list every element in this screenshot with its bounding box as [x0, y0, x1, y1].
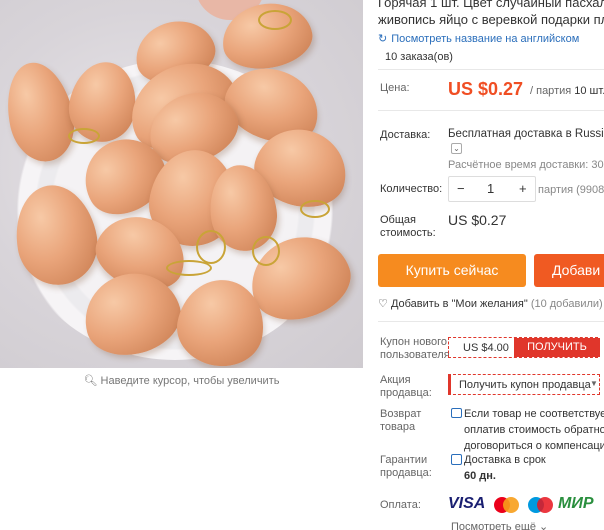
divider [378, 110, 604, 111]
returns-label: Возврат товара [380, 408, 421, 434]
title-line-1: Горячая 1 шт. Цвет случайный пасхаль [378, 0, 604, 10]
returns-label-line-1: Возврат [380, 408, 422, 420]
seller-promo-label: Акция продавца: [380, 374, 432, 400]
delivery-estimate: Расчётное время доставки: 30-5 [448, 159, 604, 171]
decrease-button[interactable]: − [457, 181, 465, 196]
new-user-coupon-label: Купон нового пользователя [380, 336, 450, 362]
gold-string [68, 128, 100, 144]
gold-string [196, 230, 226, 264]
show-more-payments[interactable]: Посмотреть ещё ⌄ [451, 520, 548, 530]
gold-string [300, 200, 330, 218]
guarantee-text: Доставка в срок 60 дн. [464, 452, 546, 484]
total-label-line-2: стоимость: [380, 227, 436, 239]
seller-label-line-2: продавца: [380, 387, 432, 399]
product-title: Горячая 1 шт. Цвет случайный пасхаль жив… [378, 0, 604, 28]
guarantee-label: Гарантии продавца: [380, 454, 432, 480]
mir-logo: МИР [558, 495, 594, 512]
coupon-label-line-2: пользователя [380, 349, 450, 361]
payment-label: Оплата: [380, 499, 421, 511]
product-details: Горячая 1 шт. Цвет случайный пасхаль жив… [378, 0, 604, 530]
available-quantity: партия (9908 п [538, 184, 604, 196]
gold-string [258, 10, 292, 30]
price-label: Цена: [380, 82, 410, 94]
returns-text: Если товар не соответствует оплатив стои… [464, 406, 604, 454]
guarantee-label-line-2: продавца: [380, 467, 432, 479]
orders-count: 10 заказа(ов) [385, 51, 453, 63]
show-more-label[interactable]: Посмотреть ещё [451, 521, 536, 530]
zoom-hint: 🔍︎ Наведите курсор, чтобы увеличить [0, 374, 363, 387]
add-to-cart-button[interactable]: Добави [534, 254, 604, 287]
increase-button[interactable]: + [519, 181, 527, 196]
mastercard-logo [494, 495, 520, 515]
guarantee-line-2: 60 дн. [464, 470, 496, 482]
new-user-coupon: US $4.00 ПОЛУЧИТЬ [448, 337, 600, 358]
translate-link-label[interactable]: Посмотреть название на английском [391, 33, 579, 45]
quantity-label: Количество: [380, 183, 443, 195]
returns-line-1: Если товар не соответствует [464, 408, 604, 420]
total-label-line-1: Общая [380, 214, 416, 226]
chevron-down-icon[interactable]: ⌄ [451, 143, 462, 154]
heart-icon: ♡ [378, 298, 388, 310]
wishlist-link[interactable]: ♡ Добавить в "Мои желания" (10 добавили) [378, 297, 603, 310]
title-line-2: живопись яйцо с веревкой подарки пл [378, 12, 604, 27]
divider [378, 69, 604, 70]
translate-title-link[interactable]: ↻ Посмотреть название на английском [378, 32, 579, 45]
price-per-lot: / партия 10 шт. [530, 85, 604, 97]
coupon-amount: US $4.00 [463, 342, 509, 354]
wishlist-label[interactable]: Добавить в "Мои желания" [391, 298, 528, 310]
coupon-label-line-1: Купон нового [380, 336, 448, 348]
lot-prefix: / партия [530, 85, 572, 97]
buy-now-button[interactable]: Купить сейчас [378, 254, 526, 287]
visa-logo: VISA [448, 495, 486, 512]
guarantee-line-1: Доставка в срок [464, 454, 546, 466]
divider [378, 321, 604, 322]
chevron-down-icon: ⌄ [539, 521, 549, 530]
caret-down-icon: ▼ [590, 379, 598, 388]
zoom-hint-text: Наведите курсор, чтобы увеличить [100, 375, 280, 387]
wishlist-count: (10 добавили) [530, 298, 603, 310]
returns-label-line-2: товара [380, 421, 416, 433]
quantity-stepper: − 1 + [448, 176, 536, 202]
total-label: Общая стоимость: [380, 214, 436, 240]
total-value: US $0.27 [448, 212, 507, 228]
maestro-logo [528, 495, 554, 515]
shipping-value: Бесплатная доставка в Russian [448, 128, 604, 140]
translate-icon: ↻ [378, 33, 388, 45]
price-value: US $0.27 [448, 79, 524, 99]
seller-label-line-1: Акция [380, 374, 411, 386]
seller-coupon-label[interactable]: Получить купон продавца [459, 379, 591, 391]
guarantee-label-line-1: Гарантии [380, 454, 428, 466]
product-image[interactable] [0, 0, 363, 368]
magnifier-icon: 🔍︎ [83, 375, 98, 387]
quantity-input[interactable]: 1 [487, 181, 494, 196]
calendar-icon [451, 454, 462, 465]
get-coupon-button[interactable]: ПОЛУЧИТЬ [514, 338, 600, 357]
seller-coupon-dropdown[interactable]: Получить купон продавца ▼ [448, 374, 600, 395]
lot-count: 10 шт. [574, 85, 604, 97]
returns-line-2: оплатив стоимость обратной [464, 424, 604, 436]
gold-string [252, 236, 280, 266]
shipping-label: Доставка: [380, 129, 431, 141]
returns-icon [451, 408, 462, 418]
